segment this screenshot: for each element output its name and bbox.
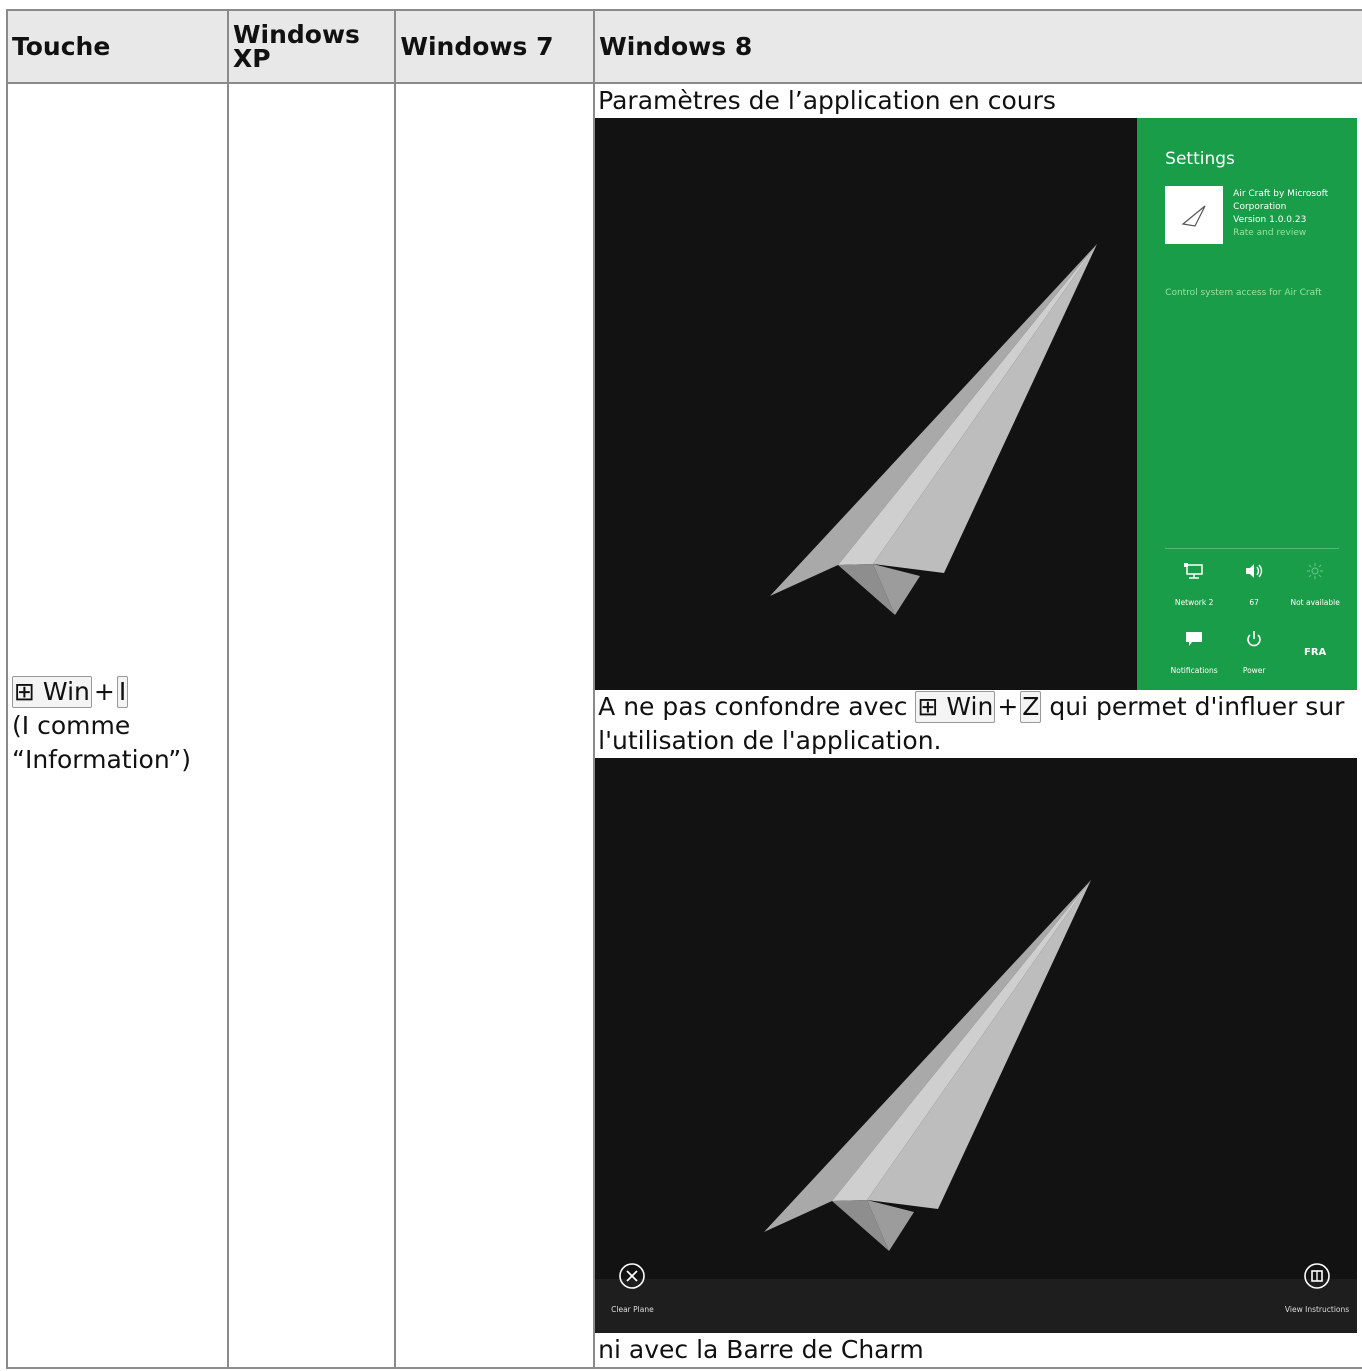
app-info: Air Craft by Microsoft Corporation Versi… <box>1233 188 1328 240</box>
appbar-screenshot: Clear Plane View Instructions <box>595 758 1358 1333</box>
app-version: Version 1.0.0.23 <box>1233 215 1307 225</box>
cell-touche: ⊞ Win + I (I comme “Information”) <box>6 82 229 1369</box>
shortcut-note: (I comme “Information”) <box>12 710 192 774</box>
table-row: ⊞ Win + I (I comme “Information”) Paramètr… <box>6 82 1362 1369</box>
caption-do-not-confuse: A ne pas confondre avec ⊞ Win + Z qui perm… <box>595 690 1362 758</box>
app-tile <box>1165 186 1224 244</box>
caption-settings: Paramètres de l’application en cours <box>598 86 1056 115</box>
settings-panel: Settings Air Craft by Microsoft Corporat… <box>1137 118 1358 690</box>
settings-title: Settings <box>1165 149 1235 169</box>
notifications-label: Notifications <box>1170 666 1218 675</box>
key-i: I <box>116 675 129 708</box>
paper-plane-icon <box>1181 205 1206 227</box>
close-circle-icon <box>619 1263 646 1289</box>
power-button[interactable]: Power <box>1219 630 1289 688</box>
paper-plane-image <box>770 244 1098 615</box>
speaker-icon <box>1246 564 1263 578</box>
caption-part-a: A ne pas confondre avec <box>598 692 908 721</box>
paper-plane-image-2 <box>764 880 1092 1251</box>
key-z: Z <box>1020 691 1042 723</box>
clear-plane-button[interactable]: Clear Plane <box>611 1262 654 1327</box>
brightness-icon <box>1307 563 1324 579</box>
view-instructions-label: View Instructions <box>1284 1305 1350 1314</box>
clear-plane-label: Clear Plane <box>611 1305 654 1314</box>
brightness-button[interactable]: Not available <box>1280 562 1350 620</box>
control-access-link[interactable]: Control system access for Air Craft <box>1165 276 1321 310</box>
settings-divider <box>1165 548 1340 549</box>
header-row: Touche Windows XP Windows 7 Windows 8 <box>6 9 1362 84</box>
cell-windows-8: Paramètres de l’application en cours Set… <box>593 82 1362 1369</box>
shortcut-combo: ⊞ Win + I <box>12 675 223 709</box>
shortcut-table: Touche Windows XP Windows 7 Windows 8 ⊞ … <box>6 9 1362 1369</box>
network-icon <box>1184 563 1203 579</box>
cell-windows-7 <box>394 82 596 1369</box>
power-icon <box>1247 631 1261 647</box>
header-windows-xp: Windows XP <box>226 9 397 84</box>
app-bar: Clear Plane View Instructions <box>595 1263 1358 1333</box>
app-name-line1: Air Craft by Microsoft <box>1233 189 1329 199</box>
power-label: Power <box>1242 666 1266 675</box>
header-windows-7: Windows 7 <box>394 9 596 84</box>
caption-charm-bar: ni avec la Barre de Charm <box>598 1335 924 1364</box>
plus-sign: + <box>93 676 115 706</box>
key-win-2: ⊞ Win <box>915 691 996 723</box>
header-touche: Touche <box>6 9 229 84</box>
volume-button[interactable]: 67 <box>1219 562 1289 620</box>
instructions-icon <box>1304 1263 1330 1289</box>
plus-sign-2: + <box>997 692 1019 721</box>
key-win: ⊞ Win <box>12 675 92 708</box>
brightness-label: Not available <box>1290 598 1340 607</box>
cell-windows-xp <box>226 82 397 1369</box>
volume-label: 67 <box>1249 598 1259 607</box>
header-windows-8: Windows 8 <box>593 9 1362 84</box>
settings-screenshot: Settings Air Craft by Microsoft Corporat… <box>595 118 1358 690</box>
app-name-line2: Corporation <box>1233 202 1287 212</box>
rate-review-link[interactable]: Rate and review <box>1233 227 1328 240</box>
notifications-icon <box>1186 632 1203 646</box>
language-button[interactable]: FRA <box>1280 636 1350 670</box>
network-label: Network 2 <box>1174 598 1214 607</box>
view-instructions-button[interactable]: View Instructions <box>1285 1262 1349 1327</box>
